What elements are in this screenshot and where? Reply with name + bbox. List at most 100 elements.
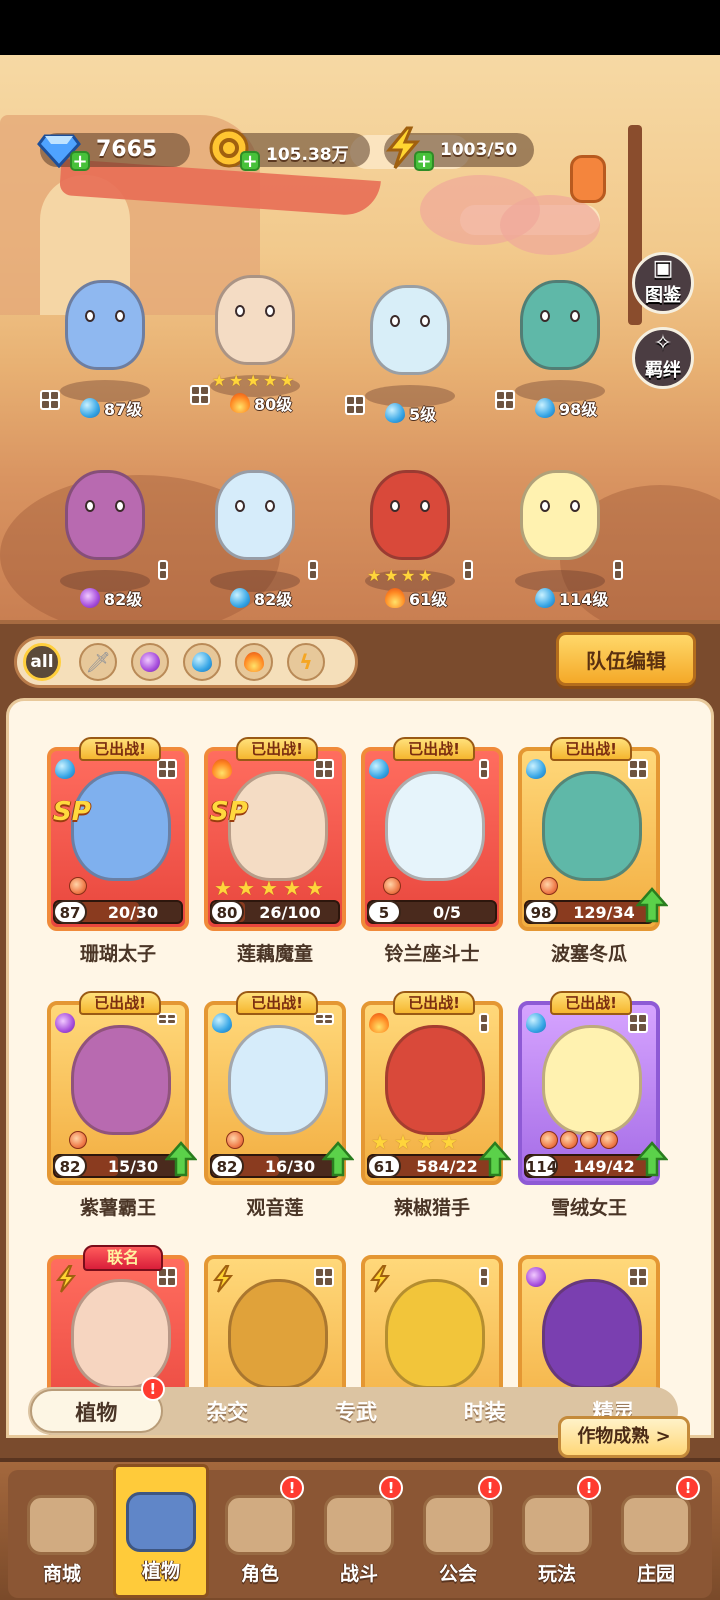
battle-hero[interactable]: ★ ★ ★ ★ ★ 80级 <box>190 265 320 415</box>
add-energy-icon[interactable]: + <box>414 151 434 171</box>
tab-plants[interactable]: 植物! <box>30 1377 165 1433</box>
star-icon: ★ <box>440 1130 458 1154</box>
hero-level-text: 82级 <box>254 590 293 609</box>
nav-label: 商城 <box>42 1563 81 1585</box>
upgrade-arrow-icon[interactable] <box>478 1141 512 1177</box>
filter-water-button[interactable] <box>183 643 221 681</box>
deployed-badge: 已出战! <box>550 737 632 761</box>
star-icon: ★ <box>417 1130 435 1154</box>
nav-guild[interactable]: 公会! <box>410 1470 506 1598</box>
card-name: 铃兰座斗士 <box>384 943 480 965</box>
card-stars: ★ ★ ★ ★ <box>371 1131 462 1153</box>
filter-sword-button[interactable]: 🗡 <box>79 643 117 681</box>
plant-card[interactable]: 已出战! SP ★ ★ ★ ★ ★ 80 26/100 <box>204 737 346 933</box>
tab-label: 杂交 <box>206 1400 249 1424</box>
progress-text: 584/22 <box>416 1157 478 1176</box>
hero-level-text: 87级 <box>104 400 143 419</box>
upgrade-arrow-icon[interactable] <box>321 1141 355 1177</box>
plant-card[interactable]: 已出战! 82 15/30 <box>47 991 198 1187</box>
hero-stars: ★ ★ ★ ★ <box>367 568 434 584</box>
battle-hero[interactable]: 87级 <box>40 270 170 420</box>
poison-potion-icon <box>526 1267 546 1287</box>
battle-hero[interactable]: 82级 <box>40 460 170 610</box>
alert-badge: ! <box>676 1476 700 1500</box>
battle-hero[interactable]: 114级 <box>495 460 625 610</box>
hero-level-text: 98级 <box>559 400 598 419</box>
gem-value: 7665 <box>96 137 158 162</box>
add-gems-icon[interactable]: + <box>70 151 90 171</box>
card-element <box>55 759 75 783</box>
nav-character[interactable]: 角色! <box>212 1470 308 1598</box>
alert-badge: ! <box>140 1377 165 1401</box>
shard-progress: 5 0/5 <box>367 900 497 924</box>
water-drop-icon <box>80 398 100 418</box>
star-icon: ★ <box>384 566 399 585</box>
water-drop-icon <box>385 403 405 423</box>
upgrade-arrow-icon[interactable] <box>635 887 669 923</box>
add-coins-icon[interactable]: + <box>240 151 260 171</box>
grid-icon <box>157 1013 177 1025</box>
nav-manor[interactable]: 庄园! <box>608 1470 704 1598</box>
battle-hero[interactable]: 98级 <box>495 270 625 420</box>
gem-counter[interactable]: + 7665 <box>37 133 190 171</box>
plant-card[interactable]: 已出战! 5 0/5 <box>361 737 503 933</box>
filter-lightning-button[interactable]: ϟ <box>287 643 325 681</box>
plant-card[interactable]: 已出战! SP 87 20/30 <box>47 737 189 933</box>
water-drop-icon <box>55 759 75 779</box>
grid-icon <box>314 1013 334 1025</box>
lightning-icon <box>212 1265 234 1293</box>
shard-progress: 82 15/30 <box>53 1154 183 1178</box>
hero-level: 114级 <box>535 586 608 610</box>
tab-fashion[interactable]: 时装 <box>420 1396 549 1426</box>
bottom-nav: 商城 植物 角色! 战斗! 公会! 玩法! 庄园! <box>0 1458 720 1600</box>
codex-label: 图鉴 <box>645 285 681 306</box>
battle-hero[interactable]: ★ ★ ★ ★ 61级 <box>345 460 475 610</box>
upgrade-arrow-icon[interactable] <box>635 1141 669 1177</box>
energy-counter[interactable]: + 1003/50 <box>384 126 534 171</box>
coin-counter[interactable]: + 105.38万 <box>209 128 370 171</box>
book-icon: ▣ <box>652 256 674 281</box>
filter-all-button[interactable]: all <box>23 643 61 681</box>
progress-text: 26/100 <box>259 903 321 922</box>
card-level: 114 <box>524 1154 558 1178</box>
upgrade-arrow-icon[interactable] <box>164 1141 198 1177</box>
card-orbs <box>383 877 401 895</box>
nav-label: 玩法 <box>537 1563 576 1585</box>
nav-shop[interactable]: 商城 <box>14 1470 110 1598</box>
crop-ready-button[interactable]: 作物成熟 > <box>558 1416 690 1458</box>
hero-level-text: 5级 <box>409 405 437 424</box>
plant-card[interactable]: 已出战! 114 149/42 <box>518 991 669 1187</box>
hero-eyes <box>390 500 430 518</box>
alert-badge: ! <box>478 1476 502 1500</box>
card-name: 紫薯霸王 <box>79 1197 156 1219</box>
nav-battle[interactable]: 战斗! <box>311 1470 407 1598</box>
plant-card[interactable]: 已出战! 98 129/34 <box>518 737 669 933</box>
filter-poison-button[interactable] <box>131 643 169 681</box>
guild-icon <box>423 1495 493 1555</box>
nav-plants[interactable]: 植物 <box>113 1464 209 1598</box>
hero-level: 80级 <box>230 391 292 415</box>
card-level: 87 <box>53 900 87 924</box>
tab-weapon[interactable]: 专武 <box>292 1396 421 1426</box>
star-icon: ★ <box>394 1130 412 1154</box>
water-drop-icon <box>192 652 212 672</box>
fire-icon <box>230 393 250 413</box>
codex-button[interactable]: ▣ 图鉴 <box>632 252 694 314</box>
nav-gameplay[interactable]: 玩法! <box>509 1470 605 1598</box>
bond-button[interactable]: ✧ 羁绊 <box>632 327 694 389</box>
battle-hero[interactable]: 82级 <box>190 460 320 610</box>
plant-card[interactable]: 已出战! 82 16/30 <box>204 991 355 1187</box>
star-icon: ★ <box>237 876 255 900</box>
battle-hero[interactable]: 5级 <box>345 275 475 425</box>
team-edit-button[interactable]: 队伍编辑 <box>556 632 696 686</box>
plant-card[interactable]: 已出战! ★ ★ ★ ★ 61 584/22 <box>361 991 512 1187</box>
filter-fire-button[interactable] <box>235 643 273 681</box>
card-portrait <box>71 1279 171 1389</box>
card-orbs <box>540 1131 618 1149</box>
star-icon: ★ <box>263 371 278 390</box>
progress-text: 0/5 <box>432 903 462 922</box>
slot-icon <box>479 1013 489 1033</box>
grid-icon <box>314 759 334 779</box>
tab-hybrid[interactable]: 杂交 <box>163 1396 292 1426</box>
progress-text: 20/30 <box>107 903 159 922</box>
